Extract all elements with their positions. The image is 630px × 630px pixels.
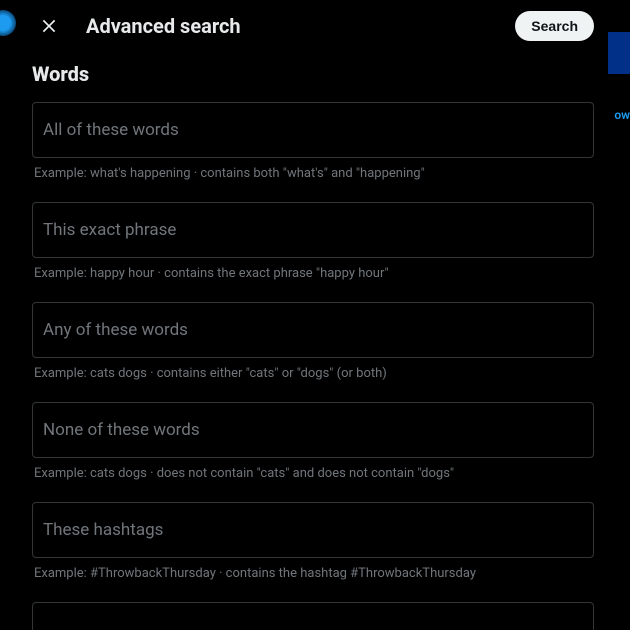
background-link-fragment: ow — [614, 108, 630, 122]
field-hint: Example: cats dogs · contains either "ca… — [32, 366, 594, 382]
field-hint: Example: #ThrowbackThursday · contains t… — [32, 566, 594, 582]
none-words-input[interactable]: None of these words — [32, 402, 594, 458]
field-hint: Example: cats dogs · does not contain "c… — [32, 466, 594, 482]
field-exact-phrase: This exact phrase Example: happy hour · … — [32, 202, 594, 282]
background-left-column — [0, 0, 18, 630]
field-label: These hashtags — [43, 519, 583, 541]
hashtags-input[interactable]: These hashtags — [32, 502, 594, 558]
field-label: Any of these words — [43, 319, 583, 341]
close-button[interactable] — [32, 9, 66, 43]
field-any-words: Any of these words Example: cats dogs · … — [32, 302, 594, 382]
field-none-words: None of these words Example: cats dogs ·… — [32, 402, 594, 482]
advanced-search-modal: Advanced search Search Words All of thes… — [18, 0, 608, 630]
modal-title: Advanced search — [86, 14, 495, 38]
background-avatar — [0, 10, 16, 36]
field-hashtags: These hashtags Example: #ThrowbackThursd… — [32, 502, 594, 582]
field-label: This exact phrase — [43, 219, 583, 241]
field-label: None of these words — [43, 419, 583, 441]
next-input-partial[interactable] — [32, 602, 594, 630]
search-button[interactable]: Search — [515, 11, 594, 41]
modal-header: Advanced search Search — [18, 0, 608, 52]
background-thumbnail — [608, 32, 630, 74]
any-words-input[interactable]: Any of these words — [32, 302, 594, 358]
background-right-column: ow — [608, 0, 630, 630]
section-heading-words: Words — [32, 52, 594, 102]
all-words-input[interactable]: All of these words — [32, 102, 594, 158]
field-hint: Example: what's happening · contains bot… — [32, 166, 594, 182]
field-next-partial — [32, 602, 594, 630]
field-label: All of these words — [43, 119, 583, 141]
field-hint: Example: happy hour · contains the exact… — [32, 266, 594, 282]
modal-body[interactable]: Words All of these words Example: what's… — [18, 52, 608, 630]
field-label — [43, 619, 583, 630]
field-all-words: All of these words Example: what's happe… — [32, 102, 594, 182]
close-icon — [39, 16, 59, 36]
exact-phrase-input[interactable]: This exact phrase — [32, 202, 594, 258]
